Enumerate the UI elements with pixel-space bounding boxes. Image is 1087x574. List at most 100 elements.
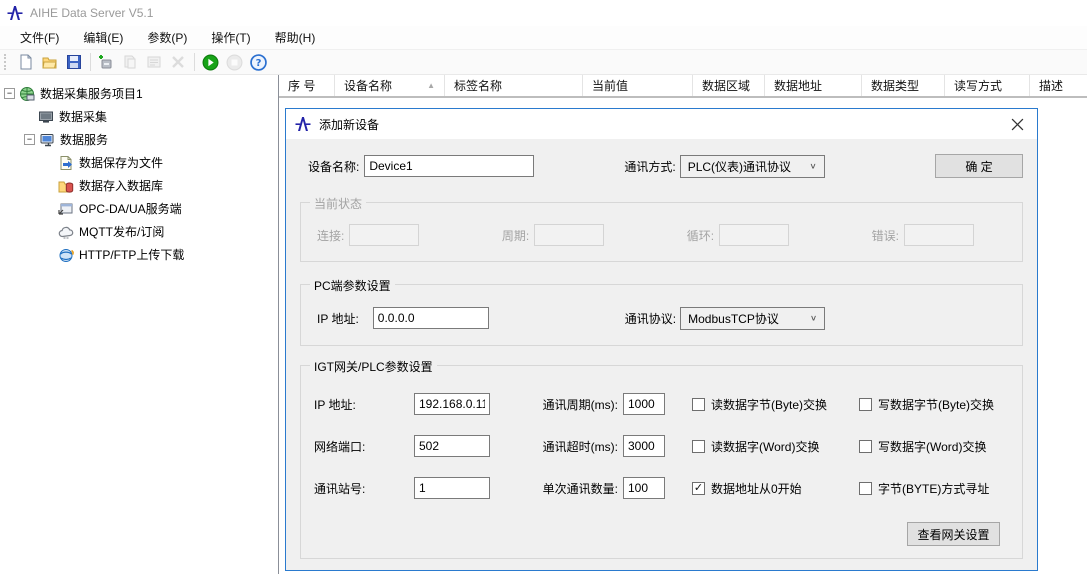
gateway-row-1: IP 地址: 通讯周期(ms): ✓ 读数据字节(Byte)交换 ✓ 写数据字节… (301, 392, 1022, 416)
comm-mode-label: 通讯方式: (624, 158, 675, 175)
read-word-swap-checkbox[interactable]: ✓ 读数据字(Word)交换 (692, 438, 859, 455)
collapse-icon[interactable]: − (24, 134, 35, 145)
menu-file[interactable]: 文件(F) (8, 26, 71, 49)
menu-params[interactable]: 参数(P) (135, 26, 199, 49)
tree-item-label: 数据服务 (60, 131, 108, 148)
save-icon[interactable] (64, 52, 84, 72)
project-icon (19, 86, 35, 102)
protocol-select[interactable]: ModbusTCP协议 ∨ (680, 307, 825, 330)
checkbox-icon[interactable]: ✓ (859, 440, 872, 453)
comm-mode-select[interactable]: PLC(仪表)通讯协议 ∨ (680, 155, 825, 178)
period-label: 周期: (502, 227, 529, 244)
tree-item-http-ftp[interactable]: HTTP/FTP上传下载 (0, 243, 278, 266)
net-port-label: 网络端口: (314, 438, 414, 455)
tree-item-data-capture[interactable]: 数据采集 (0, 105, 278, 128)
toolbar-grip (4, 54, 8, 70)
comm-timeout-input[interactable] (623, 435, 665, 457)
column-header-data-type[interactable]: 数据类型 (862, 75, 945, 96)
checkbox-icon[interactable]: ✓ (859, 482, 872, 495)
collapse-icon[interactable]: − (4, 88, 15, 99)
toolbar-separator (194, 53, 195, 71)
byte-addressing-checkbox[interactable]: ✓ 字节(BYTE)方式寻址 (859, 480, 989, 497)
ok-button[interactable]: 确 定 (935, 154, 1023, 178)
comm-period-input[interactable] (623, 393, 665, 415)
gw-ip-label: IP 地址: (314, 396, 414, 413)
tree-item-label: 数据存入数据库 (79, 177, 163, 194)
checkbox-icon[interactable]: ✓ (692, 440, 705, 453)
current-status-group-title: 当前状态 (310, 195, 366, 212)
new-file-icon[interactable] (16, 52, 36, 72)
service-icon (39, 132, 55, 148)
menu-bar: 文件(F) 编辑(E) 参数(P) 操作(T) 帮助(H) (0, 26, 1087, 49)
tree-item-label: 数据采集 (59, 108, 107, 125)
batch-count-label: 单次通讯数量: (516, 480, 618, 497)
tree-item-label: 数据采集服务项目1 (40, 85, 143, 102)
tree-item-data-service[interactable]: − 数据服务 (0, 128, 278, 151)
open-folder-icon[interactable] (40, 52, 60, 72)
column-header-tag-name[interactable]: 标签名称 (445, 75, 583, 96)
pc-ip-label: IP 地址: (317, 310, 359, 327)
gw-ip-input[interactable] (414, 393, 490, 415)
tree-item-opc-server[interactable]: OPC-DA/UA服务端 (0, 197, 278, 220)
column-header-device-name[interactable]: 设备名称▲ (335, 75, 445, 96)
tree-item-label: MQTT发布/订阅 (79, 223, 164, 240)
error-field (904, 224, 974, 246)
pc-params-group: PC端参数设置 IP 地址: 通讯协议: ModbusTCP协议 ∨ (300, 284, 1023, 346)
copy-icon (120, 52, 140, 72)
add-device-icon[interactable] (96, 52, 116, 72)
net-port-input[interactable] (414, 435, 490, 457)
opc-icon (58, 201, 74, 217)
view-gateway-settings-button[interactable]: 查看网关设置 (907, 522, 1000, 546)
menu-operate[interactable]: 操作(T) (199, 26, 262, 49)
properties-icon (144, 52, 164, 72)
loop-field (719, 224, 789, 246)
tree-item-label: 数据保存为文件 (79, 154, 163, 171)
toolbar: ? (0, 49, 1087, 75)
pc-ip-input[interactable] (373, 307, 489, 329)
device-name-label: 设备名称: (308, 158, 359, 175)
gateway-params-group-title: IGT网关/PLC参数设置 (310, 358, 437, 375)
sort-asc-icon: ▲ (427, 81, 435, 90)
station-no-input[interactable] (414, 477, 490, 499)
stop-icon (224, 52, 244, 72)
column-header-data-address[interactable]: 数据地址 (765, 75, 862, 96)
address-from-zero-checkbox[interactable]: ✓ 数据地址从0开始 (692, 480, 859, 497)
protocol-label: 通讯协议: (625, 310, 676, 327)
tree-item-label: OPC-DA/UA服务端 (79, 200, 182, 217)
close-icon[interactable] (997, 109, 1037, 139)
column-header-rw-mode[interactable]: 读写方式 (945, 75, 1030, 96)
tree-item-save-to-database[interactable]: 数据存入数据库 (0, 174, 278, 197)
gateway-params-group: IGT网关/PLC参数设置 IP 地址: 通讯周期(ms): ✓ 读数据字节(B… (300, 365, 1023, 559)
checkbox-icon[interactable]: ✓ (692, 398, 705, 411)
svg-text:?: ? (255, 58, 261, 69)
mqtt-cloud-icon (58, 224, 74, 240)
start-icon[interactable] (200, 52, 220, 72)
tree-item-mqtt[interactable]: MQTT发布/订阅 (0, 220, 278, 243)
window-title: AIHE Data Server V5.1 (30, 6, 153, 20)
save-file-icon (58, 155, 74, 171)
column-header-description[interactable]: 描述 (1030, 75, 1087, 96)
comm-timeout-label: 通讯超时(ms): (516, 438, 618, 455)
dialog-title: 添加新设备 (319, 116, 379, 133)
write-byte-swap-checkbox[interactable]: ✓ 写数据字节(Byte)交换 (859, 396, 994, 413)
dialog-app-icon (295, 116, 311, 132)
tree-item-save-to-file[interactable]: 数据保存为文件 (0, 151, 278, 174)
read-byte-swap-checkbox[interactable]: ✓ 读数据字节(Byte)交换 (692, 396, 859, 413)
device-name-input[interactable] (364, 155, 534, 177)
gateway-row-2: 网络端口: 通讯超时(ms): ✓ 读数据字(Word)交换 ✓ 写数据字(Wo… (301, 434, 1022, 458)
column-header-current-value[interactable]: 当前值 (583, 75, 693, 96)
menu-help[interactable]: 帮助(H) (263, 26, 328, 49)
gateway-row-3: 通讯站号: 单次通讯数量: ✓ 数据地址从0开始 ✓ 字节(BYTE)方式寻址 (301, 476, 1022, 500)
help-icon[interactable]: ? (248, 52, 268, 72)
station-no-label: 通讯站号: (314, 480, 414, 497)
checkbox-icon[interactable]: ✓ (859, 398, 872, 411)
connect-field (349, 224, 419, 246)
write-word-swap-checkbox[interactable]: ✓ 写数据字(Word)交换 (859, 438, 986, 455)
column-header-index[interactable]: 序 号 (279, 75, 335, 96)
app-logo-icon (7, 5, 23, 21)
column-header-data-area[interactable]: 数据区域 (693, 75, 765, 96)
menu-edit[interactable]: 编辑(E) (71, 26, 135, 49)
batch-count-input[interactable] (623, 477, 665, 499)
tree-item-project-root[interactable]: − 数据采集服务项目1 (0, 82, 278, 105)
checkbox-checked-icon[interactable]: ✓ (692, 482, 705, 495)
